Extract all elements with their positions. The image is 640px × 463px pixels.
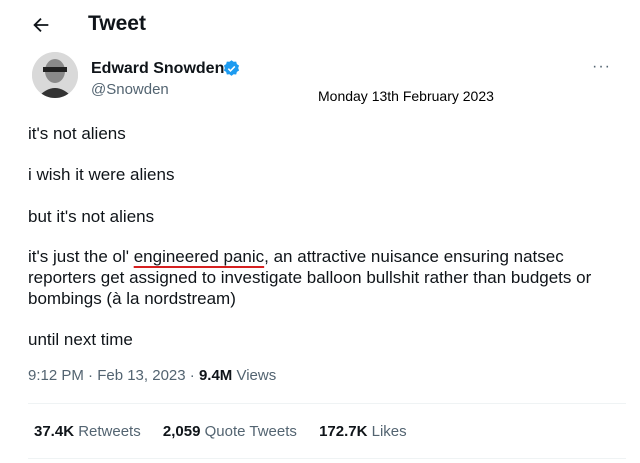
tweet-text-pre: it's just the ol' [28, 247, 134, 266]
quote-tweets-label: Quote Tweets [200, 423, 297, 440]
likes-count: 172.7K [319, 423, 368, 440]
likes-stat[interactable]: 172.7K Likes [319, 423, 407, 440]
likes-label: Likes [367, 423, 407, 440]
avatar-portrait-icon [32, 52, 78, 98]
more-options-icon[interactable]: ··· [592, 58, 611, 76]
page-title: Tweet [88, 12, 146, 35]
header: Tweet [0, 0, 640, 50]
tweet-paragraph-1: it's not aliens [28, 124, 126, 143]
divider [28, 458, 626, 459]
tweet-paragraph-3: but it's not aliens [28, 207, 155, 226]
highlighted-phrase: engineered panic [133, 247, 265, 266]
author-handle[interactable]: @Snowden [91, 81, 169, 98]
quote-tweets-stat[interactable]: 2,059 Quote Tweets [163, 423, 297, 440]
divider [28, 403, 626, 404]
retweets-stat[interactable]: 37.4K Retweets [34, 423, 141, 440]
tweet-meta: 9:12 PM · Feb 13, 2023 · 9.4M Views [28, 367, 276, 384]
engagement-stats: 37.4K Retweets 2,059 Quote Tweets 172.7K… [34, 423, 425, 440]
views-label: Views [232, 367, 277, 384]
tweet-paragraph-5: until next time [28, 330, 133, 349]
author-name[interactable]: Edward Snowden [91, 60, 224, 78]
quote-tweets-count: 2,059 [162, 423, 201, 440]
verified-badge-icon [223, 60, 240, 76]
tweet-paragraph-4: it's just the ol' engineered panic, an a… [28, 246, 628, 309]
date-caption: Monday 13th February 2023 [318, 88, 494, 104]
retweets-count: 37.4K [34, 423, 75, 440]
retweets-label: Retweets [74, 423, 141, 440]
avatar[interactable] [32, 52, 78, 98]
arrow-left-icon[interactable] [30, 14, 52, 36]
views-count: 9.4M [198, 367, 233, 384]
tweet-paragraph-2: i wish it were aliens [28, 165, 175, 184]
tweet-timestamp[interactable]: 9:12 PM · Feb 13, 2023 · [28, 367, 199, 384]
